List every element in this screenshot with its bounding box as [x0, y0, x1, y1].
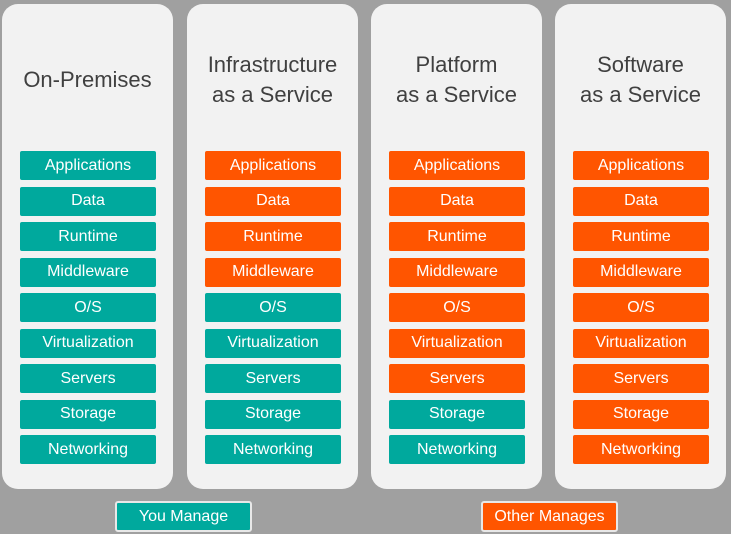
column-infrastructure: Infrastructure as a Service Applications D… — [187, 4, 358, 489]
column-software: Software as a Service Applications Data Run… — [555, 4, 726, 489]
layer-networking: Networking — [389, 435, 525, 464]
layer-networking: Networking — [573, 435, 709, 464]
layer-virtualization: Virtualization — [20, 328, 156, 358]
layer-o-s: O/S — [205, 293, 341, 322]
layer-applications: Applications — [205, 151, 341, 180]
layer-data: Data — [205, 186, 341, 216]
layer-storage: Storage — [20, 399, 156, 429]
layer-applications: Applications — [20, 151, 156, 180]
layer-storage: Storage — [205, 399, 341, 429]
layer-runtime: Runtime — [389, 222, 525, 251]
layer-applications: Applications — [389, 151, 525, 180]
legend-other-manages: Other Manages — [481, 501, 618, 532]
column-title: Software as a Service — [579, 52, 702, 107]
column-title: On-Premises — [23, 67, 152, 92]
layer-networking: Networking — [20, 435, 156, 464]
layer-servers: Servers — [205, 364, 341, 393]
column-title: Infrastructure as a Service — [207, 52, 338, 107]
layer-servers: Servers — [573, 364, 709, 393]
layer-applications: Applications — [573, 151, 709, 180]
layer-middleware: Middleware — [205, 257, 341, 287]
layer-data: Data — [20, 186, 156, 216]
column-platform: Platform as a Service Applications Data Run… — [371, 4, 542, 489]
layer-runtime: Runtime — [573, 222, 709, 251]
layer-o-s: O/S — [573, 293, 709, 322]
layer-runtime: Runtime — [205, 222, 341, 251]
layer-o-s: O/S — [20, 293, 156, 322]
layer-servers: Servers — [20, 364, 156, 393]
layer-networking: Networking — [205, 435, 341, 464]
layer-servers: Servers — [389, 364, 525, 393]
column-title: Platform as a Service — [395, 52, 518, 107]
layer-data: Data — [573, 186, 709, 216]
layer-o-s: O/S — [389, 293, 525, 322]
layer-middleware: Middleware — [573, 257, 709, 287]
layer-virtualization: Virtualization — [389, 328, 525, 358]
layer-virtualization: Virtualization — [573, 328, 709, 358]
layer-data: Data — [389, 186, 525, 216]
layer-runtime: Runtime — [20, 222, 156, 251]
layer-storage: Storage — [573, 399, 709, 429]
layer-storage: Storage — [389, 399, 525, 429]
column-on-premises: On-Premises Applications Data Runtime Middle… — [2, 4, 173, 489]
layer-middleware: Middleware — [389, 257, 525, 287]
legend-you-manage: You Manage — [115, 501, 252, 532]
layer-middleware: Middleware — [20, 257, 156, 287]
layer-virtualization: Virtualization — [205, 328, 341, 358]
